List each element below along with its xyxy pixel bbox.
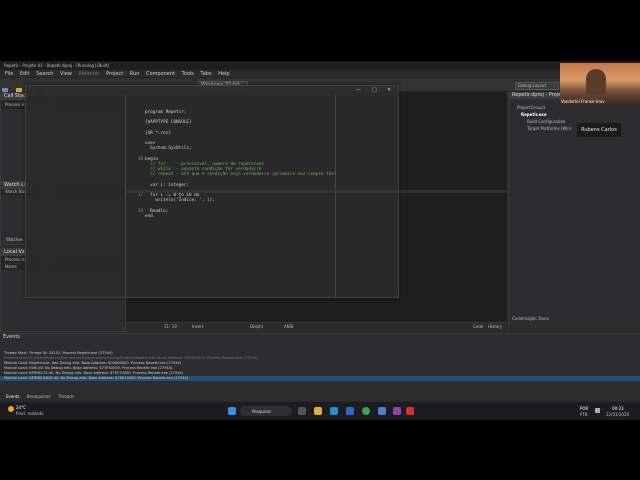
chrome-icon[interactable]	[362, 407, 370, 415]
lang-primary[interactable]: POR	[580, 406, 588, 411]
code-line[interactable]: {$APPTYPE CONSOLE}	[145, 120, 192, 125]
start-icon[interactable]	[228, 407, 236, 415]
code-line[interactable]: writeln('Índice: ', i);	[145, 198, 215, 203]
app-icon[interactable]	[378, 407, 386, 415]
menu-tools[interactable]: Tools	[182, 71, 194, 77]
tab-breakpoints[interactable]: Breakpoints	[27, 394, 51, 399]
tree-item-projectgroup[interactable]: ProjectGroup1	[517, 104, 639, 111]
maximize-button[interactable]: □	[372, 87, 377, 93]
line-number: 10	[137, 156, 143, 162]
events-title: Events	[0, 334, 640, 341]
code-line[interactable]: // repeat - até que a condição seja verd…	[145, 172, 336, 177]
code-line[interactable]: end.	[145, 214, 155, 219]
encoding-label[interactable]: ANSI	[284, 324, 293, 329]
menu-project[interactable]: Project	[106, 71, 123, 77]
windows-taskbar: 24°C Pred. nublado Pesquisar POR PTB 09:…	[0, 402, 640, 420]
tab-events[interactable]: Events	[6, 394, 20, 399]
edge-icon[interactable]	[330, 407, 338, 415]
editor-statusbar: 11: 19 Insert Delphi ANSI Code History	[126, 322, 507, 330]
delphi-icon[interactable]	[406, 407, 414, 415]
menu-tabs[interactable]: Tabs	[201, 71, 212, 77]
ide-title: Repetir - Projeto 01 - Repetir.dproj - […	[4, 63, 110, 68]
language-label[interactable]: Delphi	[250, 324, 263, 329]
clock-time[interactable]: 09:23	[612, 406, 624, 411]
menu-view[interactable]: View	[60, 71, 72, 77]
tab-threads[interactable]: Threads	[58, 394, 74, 399]
taskbar-search-label[interactable]: Pesquisar	[252, 409, 271, 414]
tab-history[interactable]: History	[488, 324, 502, 329]
clock-date[interactable]: 22/03/2026	[606, 412, 629, 417]
weather-icon[interactable]	[8, 406, 14, 412]
menu-bar: File Edit Search View Refactor Project R…	[0, 70, 640, 79]
menu-refactor[interactable]: Refactor	[79, 71, 100, 77]
insert-mode[interactable]: Insert	[192, 324, 203, 329]
code-line[interactable]: var i: integer;	[145, 183, 189, 188]
codeinsight-status: CodeInsight: Done	[512, 316, 549, 321]
person-figure	[586, 69, 606, 95]
lang-secondary[interactable]: PTB	[580, 412, 588, 417]
bottom-tabs: Events Breakpoints Threads	[0, 393, 640, 401]
menu-run[interactable]: Run	[130, 71, 140, 77]
divider	[125, 95, 126, 297]
tab-code[interactable]: Code	[473, 324, 483, 329]
code-line[interactable]: program Repetir;	[145, 110, 186, 115]
wifi-icon[interactable]	[595, 408, 600, 413]
watches-tab[interactable]: Watches	[6, 237, 23, 242]
menu-file[interactable]: File	[5, 71, 13, 77]
task-view-icon[interactable]	[298, 407, 306, 415]
store-icon[interactable]	[346, 407, 354, 415]
webcam-video: Vanderlei Franke Univ	[560, 63, 640, 105]
menu-edit[interactable]: Edit	[20, 71, 30, 77]
close-button[interactable]: ✕	[387, 87, 391, 93]
divider	[335, 95, 336, 297]
event-line-selected[interactable]: Module Load: KERNELBASE.dll. No Debug In…	[0, 376, 640, 381]
tree-item-exe[interactable]: Repetir.exe	[517, 111, 639, 118]
webcam-name: Vanderlei Franke Univ	[561, 99, 605, 104]
participant-tile: Rubens Carlos	[577, 123, 621, 137]
line-number: 17	[137, 193, 143, 199]
line-number: 20	[137, 208, 143, 214]
menu-component[interactable]: Component	[146, 71, 175, 77]
code-line[interactable]: System.SysUtils;	[145, 146, 191, 151]
ide-titlebar: Repetir - Projeto 01 - Repetir.dproj - […	[0, 61, 640, 70]
cursor-position: 11: 19	[164, 324, 177, 329]
menu-help[interactable]: Help	[218, 71, 229, 77]
file-explorer-icon[interactable]	[314, 407, 322, 415]
code-line[interactable]: {$R *.res}	[145, 131, 171, 136]
events-panel: Events Thread Start: Thread ID: 24252. P…	[0, 333, 640, 394]
teams-icon[interactable]	[393, 407, 401, 415]
minimize-button[interactable]: —	[356, 87, 361, 93]
current-line-highlight	[126, 190, 507, 193]
layout-select[interactable]: Debug Layout	[515, 82, 559, 90]
weather-desc[interactable]: Pred. nublado	[16, 411, 44, 416]
console-titlebar	[26, 86, 398, 96]
weather-temp[interactable]: 24°C	[16, 405, 26, 410]
menu-search[interactable]: Search	[36, 71, 53, 77]
